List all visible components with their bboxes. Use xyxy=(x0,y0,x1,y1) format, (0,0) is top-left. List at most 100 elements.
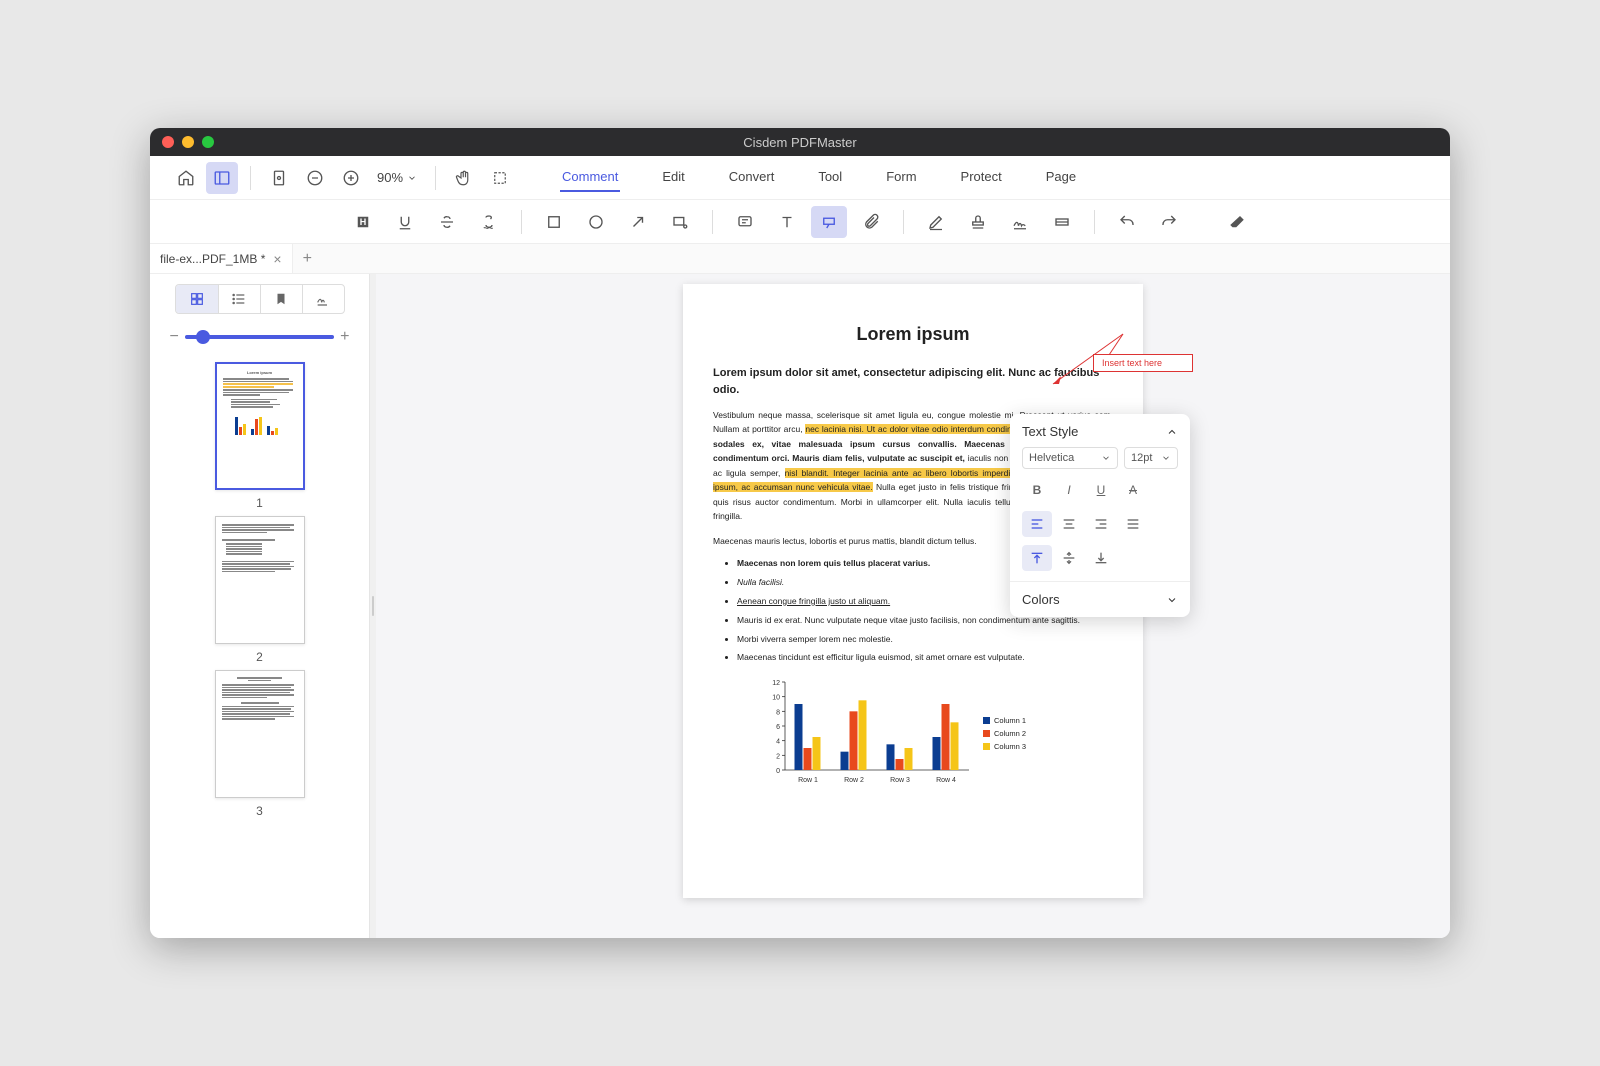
tab-page[interactable]: Page xyxy=(1044,163,1078,192)
stamp-tool[interactable] xyxy=(960,206,996,238)
bookmarks-tab[interactable] xyxy=(260,285,302,313)
tab-form[interactable]: Form xyxy=(884,163,918,192)
zoom-plus-icon: + xyxy=(340,328,349,346)
svg-text:Row 2: Row 2 xyxy=(844,777,864,784)
align-justify-button[interactable] xyxy=(1118,511,1148,537)
zoom-dropdown[interactable]: 90% xyxy=(371,170,423,185)
zoom-in-button[interactable] xyxy=(335,162,367,194)
select-tool-button[interactable] xyxy=(484,162,516,194)
pencil-tool[interactable] xyxy=(918,206,954,238)
separator xyxy=(1094,210,1095,234)
popover-title: Text Style xyxy=(1022,424,1078,439)
minimize-window-button[interactable] xyxy=(182,136,194,148)
squiggly-tool[interactable] xyxy=(471,206,507,238)
arrow-tool[interactable] xyxy=(620,206,656,238)
text-style-popover: Text Style Helvetica 12pt B I U A xyxy=(1010,414,1190,617)
outline-tab[interactable] xyxy=(218,285,260,313)
titlebar: Cisdem PDFMaster xyxy=(150,128,1450,156)
link-tool[interactable] xyxy=(1044,206,1080,238)
maximize-window-button[interactable] xyxy=(202,136,214,148)
close-tab-button[interactable]: × xyxy=(273,251,281,267)
highlight-annotation[interactable]: nec lacinia nisi. Ut ac dolor vitae odio… xyxy=(805,424,1040,434)
thumbnail-panel-toggle[interactable] xyxy=(206,162,238,194)
redo-button[interactable] xyxy=(1151,206,1187,238)
italic-button[interactable]: I xyxy=(1054,477,1084,503)
home-button[interactable] xyxy=(170,162,202,194)
side-panel-tabs xyxy=(175,284,345,314)
valign-top-button[interactable] xyxy=(1022,545,1052,571)
thumbnail-number: 1 xyxy=(256,496,263,510)
close-window-button[interactable] xyxy=(162,136,174,148)
signature-tool[interactable] xyxy=(1002,206,1038,238)
annotations-tab[interactable] xyxy=(302,285,344,313)
annotation-toolbar: H xyxy=(150,200,1450,244)
new-tab-button[interactable]: + xyxy=(293,250,322,268)
attachment-tool[interactable] xyxy=(853,206,889,238)
thumbnail-number: 2 xyxy=(256,650,263,664)
text-style-header[interactable]: Text Style xyxy=(1022,424,1178,439)
valign-middle-button[interactable] xyxy=(1054,545,1084,571)
eraser-tool[interactable] xyxy=(1219,206,1255,238)
zoom-value: 90% xyxy=(377,170,403,185)
colors-header[interactable]: Colors xyxy=(1022,592,1178,607)
rectangle-tool[interactable] xyxy=(536,206,572,238)
thumbnail-zoom-slider[interactable]: − + xyxy=(170,328,350,346)
chart-legend: Column 1Column 2Column 3 xyxy=(983,678,1026,788)
undo-button[interactable] xyxy=(1109,206,1145,238)
tab-edit[interactable]: Edit xyxy=(660,163,686,192)
font-family-select[interactable]: Helvetica xyxy=(1022,447,1118,469)
chevron-down-icon xyxy=(1166,594,1178,606)
list-item: Maecenas tincidunt est efficitur ligula … xyxy=(737,652,1113,664)
text-tool[interactable] xyxy=(769,206,805,238)
hand-tool-button[interactable] xyxy=(448,162,480,194)
slider-track[interactable] xyxy=(185,335,334,339)
strikethrough-button[interactable]: A xyxy=(1118,477,1148,503)
note-tool[interactable] xyxy=(727,206,763,238)
strikethrough-tool[interactable] xyxy=(429,206,465,238)
svg-text:Row 1: Row 1 xyxy=(798,777,818,784)
thumbnail-preview: Lorem ipsum xyxy=(215,362,305,490)
thumbnails-tab[interactable] xyxy=(176,285,218,313)
tab-tool[interactable]: Tool xyxy=(816,163,844,192)
align-center-button[interactable] xyxy=(1054,511,1084,537)
callout-tool[interactable] xyxy=(811,206,847,238)
text-format-row: B I U A xyxy=(1022,477,1178,503)
fit-page-button[interactable] xyxy=(263,162,295,194)
zoom-out-button[interactable] xyxy=(299,162,331,194)
app-window: Cisdem PDFMaster 90% Comment Edit Conver… xyxy=(150,128,1450,938)
line-tool[interactable] xyxy=(662,206,698,238)
separator xyxy=(903,210,904,234)
align-left-button[interactable] xyxy=(1022,511,1052,537)
vertical-align-row xyxy=(1022,545,1178,571)
document-tab[interactable]: file-ex...PDF_1MB * × xyxy=(150,244,293,273)
legend-item: Column 2 xyxy=(983,729,1026,738)
callout-annotation[interactable]: Insert text here xyxy=(1053,334,1173,396)
slider-handle[interactable] xyxy=(196,330,210,344)
tab-protect[interactable]: Protect xyxy=(959,163,1004,192)
font-size-select[interactable]: 12pt xyxy=(1124,447,1178,469)
thumbnail-item[interactable]: 2 xyxy=(215,516,305,664)
document-canvas[interactable]: Insert text here Lorem ipsum Lorem ipsum… xyxy=(376,274,1450,938)
underline-button[interactable]: U xyxy=(1086,477,1116,503)
primary-toolbar: 90% Comment Edit Convert Tool Form Prote… xyxy=(150,156,1450,200)
thumbnail-item[interactable]: 3 xyxy=(215,670,305,818)
legend-item: Column 3 xyxy=(983,742,1026,751)
thumbnail-preview xyxy=(215,516,305,644)
tab-convert[interactable]: Convert xyxy=(727,163,777,192)
zoom-minus-icon: − xyxy=(170,328,179,346)
separator xyxy=(250,166,251,190)
callout-placeholder: Insert text here xyxy=(1102,358,1162,368)
list-item: Morbi viverra semper lorem nec molestie. xyxy=(737,634,1113,646)
thumbnail-number: 3 xyxy=(256,804,263,818)
valign-bottom-button[interactable] xyxy=(1086,545,1116,571)
align-right-button[interactable] xyxy=(1086,511,1116,537)
thumbnail-item[interactable]: Lorem ipsum 1 xyxy=(215,362,305,510)
tab-comment[interactable]: Comment xyxy=(560,163,620,192)
highlight-tool[interactable]: H xyxy=(345,206,381,238)
bold-button[interactable]: B xyxy=(1022,477,1052,503)
underline-tool[interactable] xyxy=(387,206,423,238)
callout-textbox[interactable]: Insert text here xyxy=(1093,354,1193,372)
svg-text:12: 12 xyxy=(772,680,780,687)
svg-text:2: 2 xyxy=(776,754,780,761)
circle-tool[interactable] xyxy=(578,206,614,238)
